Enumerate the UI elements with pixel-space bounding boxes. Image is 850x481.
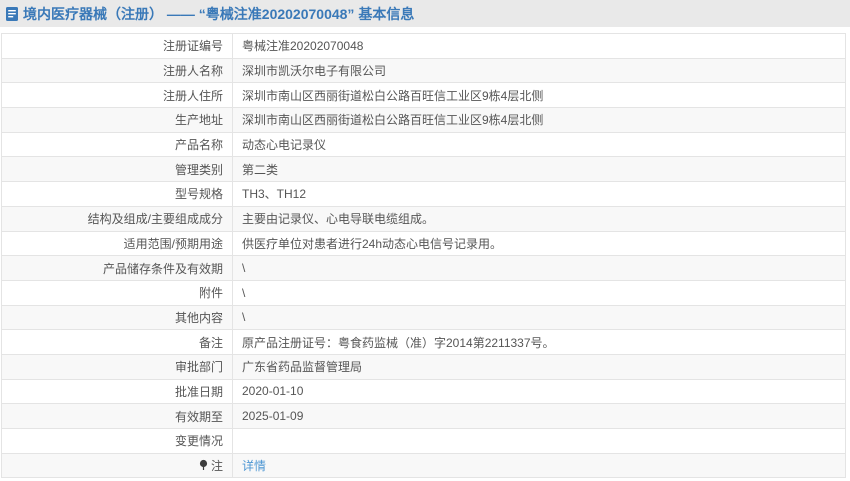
table-row: 其他内容 \ — [2, 305, 846, 330]
row-label-text: 注 — [211, 459, 223, 473]
row-value-text: 粤械注准20202070048 — [242, 39, 363, 53]
row-label: 管理类别 — [2, 157, 233, 182]
row-value-text: 原产品注册证号：粤食药监械（准）字2014第2211337号。 — [242, 336, 555, 350]
row-label-text: 管理类别 — [175, 163, 223, 177]
row-value-text: 2020-01-10 — [242, 384, 303, 398]
row-label-text: 备注 — [199, 336, 223, 350]
row-label-text: 注册证编号 — [163, 39, 223, 53]
row-value: 动态心电记录仪 — [233, 132, 846, 157]
row-label-text: 注册人名称 — [163, 64, 223, 78]
row-value: TH3、TH12 — [233, 182, 846, 207]
row-value-text: TH3、TH12 — [242, 187, 306, 201]
table-row: 适用范围/预期用途 供医疗单位对患者进行24h动态心电信号记录用。 — [2, 231, 846, 256]
row-label: 有效期至 — [2, 404, 233, 429]
row-value-text: 第二类 — [242, 163, 278, 177]
row-label-text: 有效期至 — [175, 410, 223, 424]
table-row: 注册人住所 深圳市南山区西丽街道松白公路百旺信工业区9栋4层北侧 — [2, 83, 846, 108]
row-label-text: 适用范围/预期用途 — [124, 237, 223, 251]
row-label-text: 型号规格 — [175, 187, 223, 201]
row-value-text: 供医疗单位对患者进行24h动态心电信号记录用。 — [242, 237, 502, 251]
row-label-text: 结构及组成/主要组成成分 — [88, 212, 223, 226]
row-label: 变更情况 — [2, 429, 233, 454]
row-value-text: 主要由记录仪、心电导联电缆组成。 — [242, 212, 434, 226]
row-value: 主要由记录仪、心电导联电缆组成。 — [233, 206, 846, 231]
table-row: 结构及组成/主要组成成分 主要由记录仪、心电导联电缆组成。 — [2, 206, 846, 231]
table-row: 批准日期 2020-01-10 — [2, 379, 846, 404]
details-link[interactable]: 详情 — [242, 459, 266, 473]
row-label: 审批部门 — [2, 354, 233, 379]
table-row: 生产地址 深圳市南山区西丽街道松白公路百旺信工业区9栋4层北侧 — [2, 108, 846, 133]
document-icon — [5, 6, 20, 22]
row-label-text: 产品名称 — [175, 138, 223, 152]
row-value-text: 深圳市凯沃尔电子有限公司 — [242, 64, 386, 78]
table-row: 注 详情 — [2, 453, 846, 478]
row-label-text: 注册人住所 — [163, 89, 223, 103]
row-label: 注册人名称 — [2, 58, 233, 83]
table-row: 有效期至 2025-01-09 — [2, 404, 846, 429]
row-label-text: 其他内容 — [175, 311, 223, 325]
row-value-text: 深圳市南山区西丽街道松白公路百旺信工业区9栋4层北侧 — [242, 113, 543, 127]
row-value-text: 深圳市南山区西丽街道松白公路百旺信工业区9栋4层北侧 — [242, 89, 543, 103]
row-value: 2025-01-09 — [233, 404, 846, 429]
row-value: 原产品注册证号：粤食药监械（准）字2014第2211337号。 — [233, 330, 846, 355]
row-value-text: 广东省药品监督管理局 — [242, 360, 362, 374]
row-value: \ — [233, 256, 846, 281]
row-value: 深圳市南山区西丽街道松白公路百旺信工业区9栋4层北侧 — [233, 108, 846, 133]
row-label: 附件 — [2, 280, 233, 305]
row-label: 产品储存条件及有效期 — [2, 256, 233, 281]
row-value: 广东省药品监督管理局 — [233, 354, 846, 379]
row-label: 产品名称 — [2, 132, 233, 157]
table-row: 变更情况 — [2, 429, 846, 454]
row-label-text: 生产地址 — [175, 113, 223, 127]
table-row: 产品储存条件及有效期 \ — [2, 256, 846, 281]
table-row: 型号规格 TH3、TH12 — [2, 182, 846, 207]
row-value: 粤械注准20202070048 — [233, 34, 846, 59]
row-value: 详情 — [233, 453, 846, 478]
row-label-text: 批准日期 — [175, 385, 223, 399]
table-row: 管理类别 第二类 — [2, 157, 846, 182]
row-value — [233, 429, 846, 454]
row-value: \ — [233, 305, 846, 330]
table-row: 产品名称 动态心电记录仪 — [2, 132, 846, 157]
row-label: 其他内容 — [2, 305, 233, 330]
table-row: 注册证编号 粤械注准20202070048 — [2, 34, 846, 59]
row-label: 适用范围/预期用途 — [2, 231, 233, 256]
row-label-text: 审批部门 — [175, 360, 223, 374]
row-value: 2020-01-10 — [233, 379, 846, 404]
row-value-text: \ — [242, 310, 245, 324]
row-value-text: \ — [242, 261, 245, 275]
page-header: 境内医疗器械（注册） —— “粤械注准20202070048” 基本信息 — [0, 0, 850, 27]
row-value-text: 2025-01-09 — [242, 409, 303, 423]
row-value-text: \ — [242, 286, 245, 300]
row-label: 型号规格 — [2, 182, 233, 207]
table-row: 附件 \ — [2, 280, 846, 305]
table-body: 注册证编号粤械注准20202070048注册人名称深圳市凯沃尔电子有限公司注册人… — [2, 34, 846, 478]
page-title: 境内医疗器械（注册） —— “粤械注准20202070048” 基本信息 — [23, 4, 414, 24]
row-label: 注册证编号 — [2, 34, 233, 59]
table-row: 审批部门 广东省药品监督管理局 — [2, 354, 846, 379]
row-value: \ — [233, 280, 846, 305]
row-value: 第二类 — [233, 157, 846, 182]
row-value: 深圳市凯沃尔电子有限公司 — [233, 58, 846, 83]
row-label: 注册人住所 — [2, 83, 233, 108]
table-row: 注册人名称 深圳市凯沃尔电子有限公司 — [2, 58, 846, 83]
row-label: 结构及组成/主要组成成分 — [2, 206, 233, 231]
row-label: 注 — [2, 453, 233, 478]
row-label: 备注 — [2, 330, 233, 355]
pin-icon — [198, 459, 209, 471]
row-value-text: 动态心电记录仪 — [242, 138, 326, 152]
row-label: 生产地址 — [2, 108, 233, 133]
row-value: 深圳市南山区西丽街道松白公路百旺信工业区9栋4层北侧 — [233, 83, 846, 108]
row-label-text: 变更情况 — [175, 434, 223, 448]
row-label: 批准日期 — [2, 379, 233, 404]
table-row: 备注 原产品注册证号：粤食药监械（准）字2014第2211337号。 — [2, 330, 846, 355]
row-label-text: 产品储存条件及有效期 — [103, 262, 223, 276]
registration-info-table: 注册证编号粤械注准20202070048注册人名称深圳市凯沃尔电子有限公司注册人… — [1, 33, 846, 478]
row-value: 供医疗单位对患者进行24h动态心电信号记录用。 — [233, 231, 846, 256]
row-label-text: 附件 — [199, 286, 223, 300]
